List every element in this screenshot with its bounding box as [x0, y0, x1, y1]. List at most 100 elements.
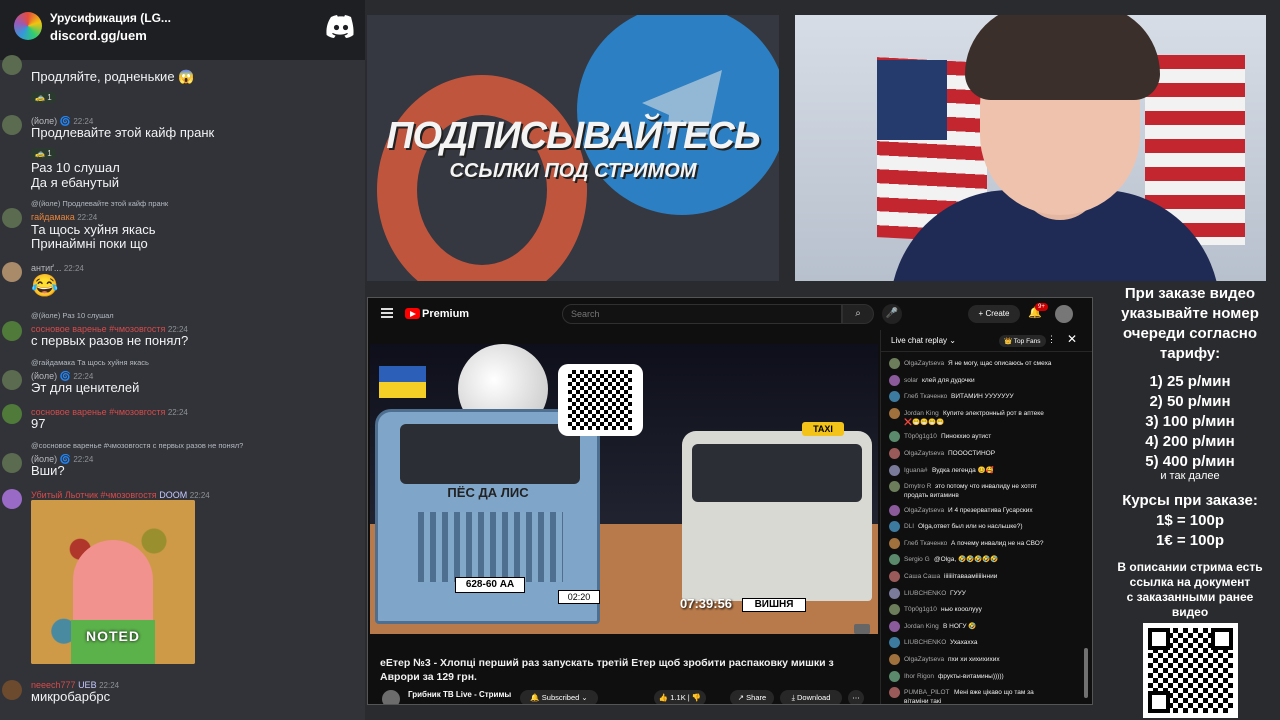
avatar[interactable] [2, 262, 22, 282]
mic-icon[interactable]: 🎤 [882, 304, 902, 324]
chat-avatar[interactable] [889, 554, 900, 566]
chat-author[interactable]: Iguana# [904, 466, 928, 475]
chat-author[interactable]: Sergio G [904, 555, 930, 564]
download-button[interactable]: ⤓ Download [780, 690, 842, 704]
avatar[interactable] [2, 680, 22, 700]
chat-avatar[interactable] [889, 604, 900, 616]
chat-avatar[interactable] [889, 431, 900, 443]
chat-avatar[interactable] [889, 571, 900, 582]
chat-avatar[interactable] [889, 481, 900, 493]
invite-link[interactable]: discord.gg/uem [50, 28, 147, 43]
channel-watermark[interactable] [854, 624, 870, 634]
chat-avatar[interactable] [889, 654, 900, 665]
chat-text: это потому что инвалиду не хотят [935, 483, 1037, 491]
chat-author[interactable]: Jordan King [904, 622, 939, 631]
message-author[interactable]: Убитый Льотчик #чмозовгостя DOOM 22:24 [31, 490, 210, 500]
chat-avatar[interactable] [889, 687, 900, 699]
chat-avatar[interactable] [889, 464, 900, 476]
hamburger-menu-icon[interactable] [381, 308, 393, 318]
avatar[interactable] [2, 55, 22, 75]
chat-author[interactable]: Jordan King [904, 409, 939, 418]
like-button[interactable]: 👍 1.1K | 👎 [654, 690, 706, 704]
share-button[interactable]: ↗ Share [730, 690, 774, 704]
chat-author[interactable]: LIUBCHENKO [904, 638, 946, 647]
channel-name[interactable]: Грибник ТВ Live - Стримы [408, 690, 511, 699]
search-button[interactable]: ⌕ [842, 304, 874, 324]
live-chat-title-dropdown[interactable]: Live chat replay ⌄ [891, 336, 956, 345]
chat-text: И 4 презерватива Гусарских [948, 506, 1033, 514]
order-text-line: При заказе видео [1124, 285, 1256, 302]
taxi-sign: TAXI [802, 422, 844, 436]
chat-avatar[interactable] [889, 407, 900, 419]
reply-preview[interactable]: @гайдамака Та щось хуйня якась [31, 358, 149, 367]
chat-author[interactable]: OlgaZaytseva [904, 655, 944, 664]
chat-author[interactable]: LIUBCHENKO [904, 589, 946, 598]
search-input[interactable] [562, 304, 842, 324]
youtube-brand[interactable]: Premium [422, 308, 469, 320]
order-qr-code [1143, 623, 1238, 718]
chat-text: Olga,ответ был или но насльшке?) [918, 523, 1023, 531]
tariff-line: 2) 50 р/мин [1149, 393, 1231, 410]
avatar[interactable] [2, 453, 22, 473]
youtube-logo-icon[interactable] [405, 308, 420, 319]
avatar[interactable] [2, 489, 22, 509]
chat-author[interactable]: Dmytro R [904, 482, 931, 491]
chat-author[interactable]: Глеб Ткаченко [904, 392, 947, 401]
channel-avatar[interactable] [382, 690, 400, 704]
subscribed-button[interactable]: 🔔 Subscribed ⌄ [520, 690, 598, 704]
more-actions-button[interactable]: ⋯ [848, 690, 864, 704]
reply-preview[interactable]: @(йоле) Раз 10 слушал [31, 311, 114, 320]
top-fans-button[interactable]: 👑 Top Fans [999, 335, 1046, 347]
chat-author[interactable]: Ihor Rigon [904, 672, 934, 681]
account-avatar[interactable] [1055, 305, 1073, 323]
chat-avatar[interactable] [889, 637, 900, 649]
chat-author[interactable]: Глеб Ткаченко [904, 539, 947, 548]
server-icon[interactable] [14, 12, 42, 40]
reaction[interactable]: 🚕 1 [31, 87, 56, 103]
chat-avatar[interactable] [889, 537, 900, 549]
chat-author[interactable]: OlgaZaytseva [904, 506, 944, 515]
video-timer: 07:39:56 [680, 596, 733, 611]
reply-preview[interactable]: @сосновое варенье #чмозовгостя с первых … [31, 441, 243, 450]
more-options-icon[interactable]: ⋮ [1047, 334, 1056, 345]
chat-avatar[interactable] [889, 587, 900, 599]
avatar[interactable] [2, 208, 22, 228]
chat-author[interactable]: T0p0g1g10 [904, 605, 937, 614]
reaction[interactable]: 🚕 1 [31, 143, 56, 159]
chat-author[interactable]: Саша Саша [904, 572, 940, 581]
chat-avatar[interactable] [889, 447, 900, 459]
noted-gif[interactable]: NOTED [31, 500, 195, 664]
chat-avatar[interactable] [889, 670, 900, 682]
chat-author[interactable]: solar [904, 376, 918, 385]
chat-avatar[interactable] [889, 521, 900, 533]
desc-line: В описании стрима есть [1117, 560, 1263, 574]
avatar[interactable] [2, 115, 22, 135]
gif-caption: NOTED [86, 628, 140, 644]
chat-author[interactable]: OlgaZaytseva [904, 449, 944, 458]
message-text: Да я ебанутый [31, 175, 119, 190]
chat-avatar[interactable] [889, 620, 900, 632]
create-button[interactable]: + Create [968, 305, 1020, 323]
avatar[interactable] [2, 404, 22, 424]
message-author[interactable]: сосновое варенье #чмозовгостя 22:24 [31, 407, 188, 417]
reply-preview[interactable]: @(йоле) Продлевайте этой кайф пранк [31, 199, 168, 208]
avatar[interactable] [2, 370, 22, 390]
chat-author[interactable]: DLI [904, 522, 914, 531]
avatar[interactable] [2, 321, 22, 341]
message-author[interactable]: гайдамака 22:24 [31, 212, 97, 222]
chat-avatar[interactable] [889, 504, 900, 516]
chat-avatar[interactable] [889, 374, 900, 386]
chat-avatar[interactable] [889, 391, 900, 403]
chat-avatar[interactable] [889, 358, 900, 369]
chat-text: ВИТАМИН УУУУУУУ [951, 393, 1014, 401]
close-icon[interactable]: ✕ [1067, 332, 1077, 346]
message-author[interactable]: антиґ... 22:24 [31, 263, 84, 273]
chat-text: А почему инвалид не на СВО? [951, 539, 1044, 547]
chat-author[interactable]: OlgaZaytseva [904, 359, 944, 368]
chat-author[interactable]: T0p0g1g10 [904, 432, 937, 441]
chat-text: пхи хи хихихихих [948, 656, 1000, 663]
message-text: Раз 10 слушал [31, 160, 120, 175]
video-player[interactable]: ПЁС ДА ЛИС 628-60 АА 02:20 TAXI 07:39:56… [370, 344, 878, 634]
chat-scrollbar[interactable] [1084, 648, 1088, 698]
chat-author[interactable]: PUMBA_PILOT [904, 688, 950, 697]
